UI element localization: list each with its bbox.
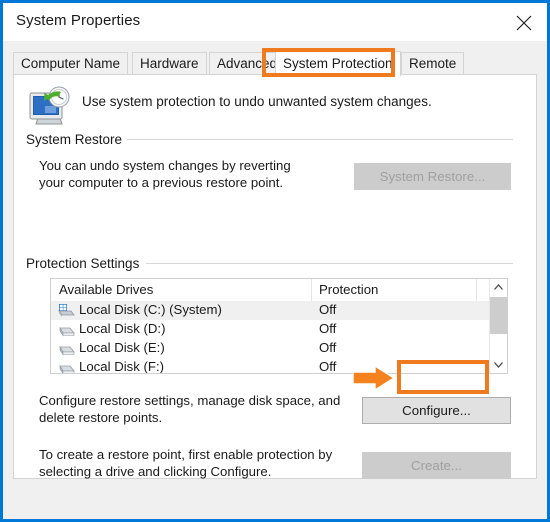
system-drive-icon: [58, 303, 75, 318]
drive-list-scrollbar[interactable]: [489, 279, 507, 373]
drive-protection-status: Off: [319, 321, 337, 336]
tab-advanced[interactable]: Advanced: [209, 52, 286, 75]
scroll-up-button[interactable]: [490, 279, 507, 296]
system-restore-group-line: [127, 139, 513, 140]
client-area: Computer Name Hardware Advanced System P…: [3, 41, 547, 519]
drive-icon: [58, 360, 75, 373]
column-divider-2: [476, 279, 477, 301]
drive-name: Local Disk (E:): [79, 340, 165, 355]
window-title: System Properties: [16, 12, 141, 29]
drive-icon: [58, 341, 75, 356]
system-protection-tab-page: Use system protection to undo unwanted s…: [13, 74, 537, 479]
table-row[interactable]: Local Disk (E:) Off: [51, 339, 491, 358]
drive-protection-status: Off: [319, 302, 337, 317]
system-properties-window: System Properties Computer Name Hardware…: [0, 0, 550, 522]
system-restore-description: You can undo system changes by reverting…: [39, 158, 291, 190]
protection-settings-group-line: [146, 263, 513, 264]
system-restore-icon: [26, 84, 74, 128]
create-description: To create a restore point, first enable …: [39, 447, 333, 479]
tab-system-protection[interactable]: System Protection: [275, 51, 401, 76]
available-drives-list[interactable]: Available Drives Protection Local Disk (…: [50, 278, 508, 374]
protection-settings-group-label: Protection Settings: [26, 256, 146, 271]
tab-remote[interactable]: Remote: [401, 52, 465, 75]
chevron-up-icon: [494, 284, 503, 290]
drive-name: Local Disk (D:): [79, 321, 166, 336]
chevron-down-icon: [494, 362, 503, 368]
configure-button[interactable]: Configure...: [362, 397, 511, 424]
close-icon: [516, 15, 532, 31]
configure-description: Configure restore settings, manage disk …: [39, 393, 341, 425]
create-button[interactable]: Create...: [362, 452, 511, 479]
drive-icon: [58, 322, 75, 337]
tab-hardware[interactable]: Hardware: [132, 52, 207, 75]
column-divider: [311, 279, 312, 301]
system-restore-group-label: System Restore: [26, 132, 129, 147]
tab-description: Use system protection to undo unwanted s…: [82, 94, 432, 109]
orange-arrow-icon: [352, 364, 396, 392]
drive-name: Local Disk (F:): [79, 359, 164, 374]
table-row[interactable]: Local Disk (C:) (System) Off: [51, 301, 491, 320]
scroll-down-button[interactable]: [490, 356, 507, 373]
drive-list-header: Available Drives Protection: [51, 279, 507, 302]
drive-name: Local Disk (C:) (System): [79, 302, 222, 317]
column-header-available-drives: Available Drives: [59, 282, 154, 297]
table-row[interactable]: Local Disk (F:) Off: [51, 358, 491, 374]
tab-strip: Computer Name Hardware Advanced System P…: [13, 51, 537, 76]
drive-rows: Local Disk (C:) (System) Off Local Disk …: [51, 301, 491, 373]
drive-protection-status: Off: [319, 340, 337, 355]
table-row[interactable]: Local Disk (D:) Off: [51, 320, 491, 339]
close-button[interactable]: [501, 3, 547, 41]
system-restore-button[interactable]: System Restore...: [354, 163, 511, 190]
tab-computer-name[interactable]: Computer Name: [13, 52, 129, 75]
drive-protection-status: Off: [319, 359, 337, 374]
title-bar: System Properties: [3, 3, 547, 41]
scrollbar-thumb[interactable]: [490, 297, 507, 334]
column-header-protection: Protection: [319, 282, 379, 297]
